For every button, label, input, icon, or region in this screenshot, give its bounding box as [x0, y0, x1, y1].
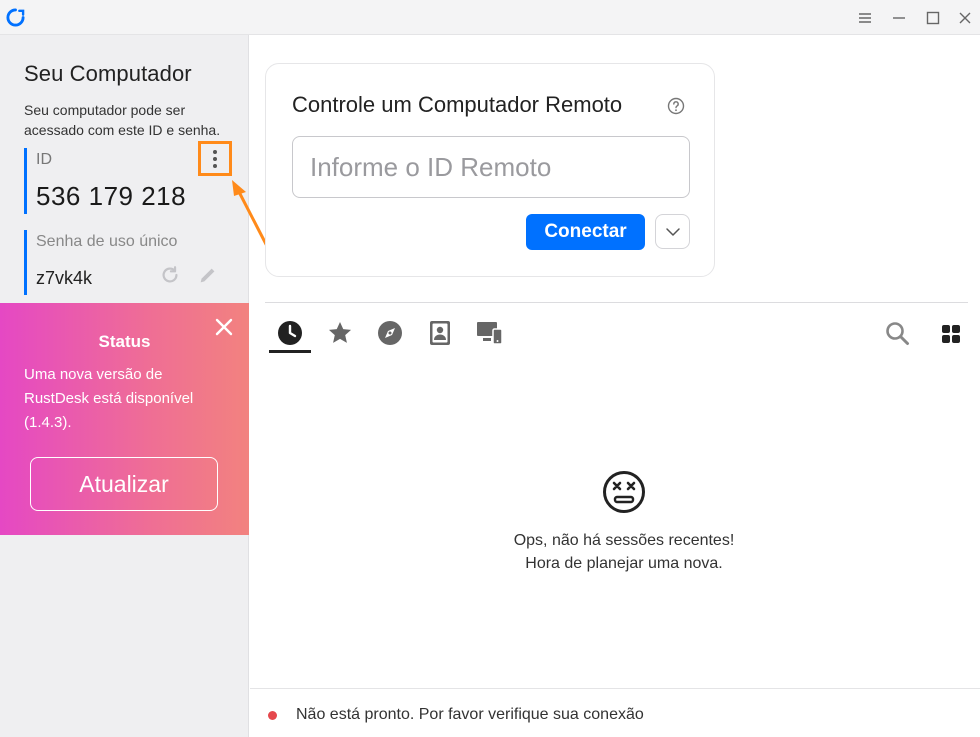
tab-address-book[interactable] — [425, 318, 455, 348]
remote-control-card: Controle um Computador Remoto Conectar — [265, 63, 715, 277]
password-section: Senha de uso único z7vk4k — [24, 230, 234, 295]
maximize-icon[interactable] — [921, 6, 945, 30]
tab-accessible-devices[interactable] — [475, 318, 505, 348]
empty-sessions-message: Ops, não há sessões recentes! Hora de pl… — [400, 529, 848, 575]
title-bar — [0, 0, 980, 35]
id-value[interactable]: 536 179 218 — [36, 181, 186, 212]
rustdesk-logo-icon — [6, 8, 25, 27]
your-computer-description: Seu computador pode ser acessado com est… — [24, 102, 221, 138]
star-icon — [328, 321, 352, 343]
menu-icon[interactable] — [853, 6, 877, 30]
connect-options-button[interactable] — [655, 214, 690, 249]
active-tab-indicator — [269, 350, 311, 353]
connection-status-dot — [268, 711, 277, 720]
empty-line-2: Hora de planejar uma nova. — [525, 555, 723, 572]
update-button[interactable]: Atualizar — [30, 457, 218, 511]
status-card: Status Uma nova versão de RustDesk está … — [0, 303, 249, 535]
vertical-dots-icon — [213, 149, 217, 168]
tab-favorites[interactable] — [325, 318, 355, 348]
sad-face-icon — [603, 471, 645, 513]
chevron-down-icon — [665, 227, 680, 236]
status-bar: Não está pronto. Por favor verifique sua… — [250, 688, 980, 737]
tab-recent-sessions[interactable] — [275, 318, 305, 348]
close-icon[interactable] — [953, 6, 977, 30]
empty-line-1: Ops, não há sessões recentes! — [513, 532, 735, 549]
address-book-icon — [430, 321, 450, 345]
refresh-icon[interactable] — [159, 264, 181, 286]
connect-button[interactable]: Conectar — [526, 214, 645, 250]
status-title: Status — [98, 332, 151, 351]
edit-pencil-icon[interactable] — [197, 264, 219, 286]
id-label: ID — [36, 151, 52, 168]
minimize-icon[interactable] — [887, 6, 911, 30]
tab-discovered[interactable] — [375, 318, 405, 348]
compass-icon — [378, 321, 402, 345]
divider — [265, 302, 968, 303]
remote-control-title: Controle um Computador Remoto — [292, 92, 623, 117]
status-message: Uma nova versão de RustDesk está disponí… — [24, 366, 194, 431]
password-label: Senha de uso único — [36, 233, 178, 250]
your-computer-title: Seu Computador — [24, 61, 192, 86]
password-value[interactable]: z7vk4k — [36, 268, 92, 289]
connection-status-text: Não está pronto. Por favor verifique sua… — [296, 706, 644, 723]
clock-icon — [278, 321, 302, 345]
search-icon[interactable] — [884, 320, 910, 346]
id-more-options-button[interactable] — [198, 141, 232, 176]
devices-icon — [477, 322, 503, 345]
grid-view-icon[interactable] — [940, 323, 962, 345]
help-icon[interactable] — [667, 97, 685, 115]
remote-id-input[interactable] — [292, 136, 690, 198]
